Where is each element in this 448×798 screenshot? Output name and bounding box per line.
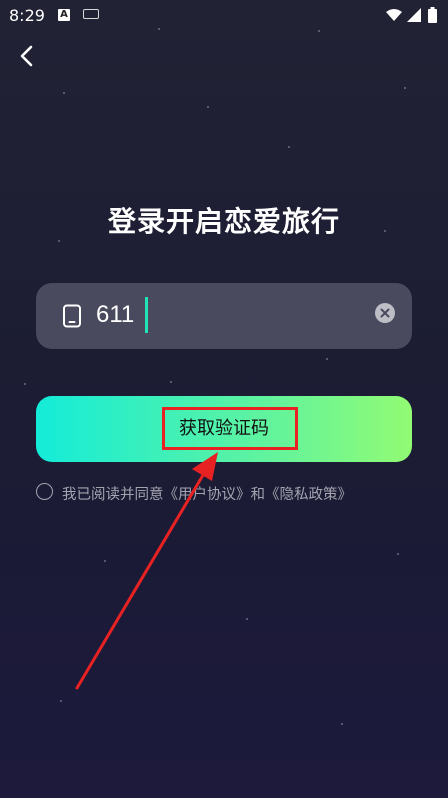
annotation-arrow	[75, 452, 218, 690]
